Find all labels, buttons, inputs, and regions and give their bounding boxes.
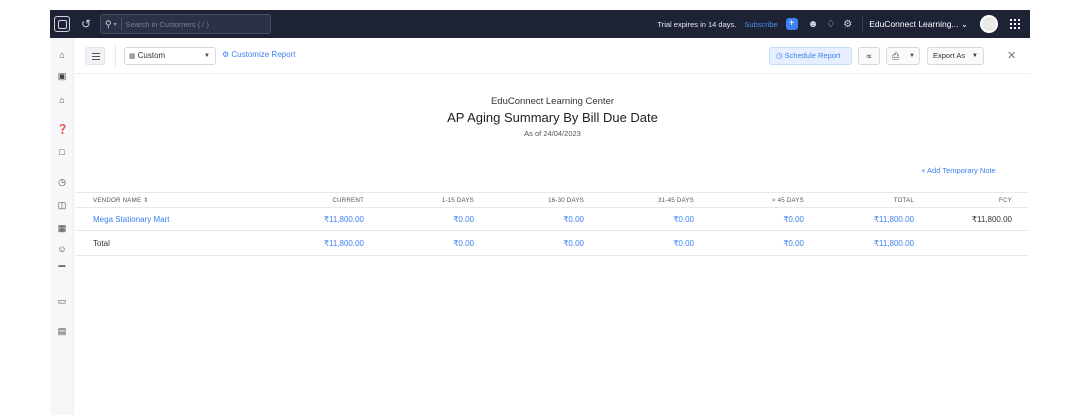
total-row: Total ₹11,800.00 ₹0.00 ₹0.00 ₹0.00 ₹0.00… xyxy=(75,230,1028,256)
vendor-link[interactable]: Mega Stationary Mart xyxy=(93,215,169,224)
bag-icon[interactable]: □ xyxy=(57,147,67,157)
refresh-icon[interactable]: ↺ xyxy=(74,17,98,31)
gear-icon: ⚙ xyxy=(222,50,230,59)
bell-icon[interactable]: ♢ xyxy=(826,19,835,30)
avatar[interactable] xyxy=(980,15,998,33)
sidebar: ⌂ ▣ ⌂ ❓ □ ◷ ◫ ▦ ☺ ▔ ▭ ▤ xyxy=(50,38,74,415)
print-button[interactable]: ⎙ ▼ xyxy=(886,47,920,65)
schedule-report-button[interactable]: ◷ Schedule Report xyxy=(769,47,852,65)
menu-button[interactable] xyxy=(85,47,105,65)
cell-16-30[interactable]: ₹0.00 xyxy=(515,215,584,224)
quick-create-button[interactable]: + xyxy=(785,18,798,30)
column-header-1-15: 1-15 DAYS xyxy=(441,197,474,204)
report-table: VENDOR NAME ⇕ CURRENT 1-15 DAYS 16-30 DA… xyxy=(75,192,1028,256)
gear-icon[interactable]: ⚙ xyxy=(843,19,852,30)
column-header-16-30: 16-30 DAYS xyxy=(548,197,584,204)
column-header-fcy: FCY xyxy=(999,197,1012,204)
total-1-15[interactable]: ₹0.00 xyxy=(405,239,474,248)
chevron-down-icon: ▼ xyxy=(909,53,915,59)
export-button[interactable]: Export As ▼ xyxy=(927,47,984,65)
search-placeholder: Search in Customers ( / ) xyxy=(125,19,209,29)
column-header-current: CURRENT xyxy=(332,197,364,204)
trial-text: Trial expires in 14 days. xyxy=(657,19,737,29)
date-range-select[interactable]: ▦ Custom ▼ xyxy=(124,47,216,65)
document-icon[interactable]: ▦ xyxy=(57,223,67,233)
app-frame: ↺ ⚲ ▾ Search in Customers ( / ) Trial ex… xyxy=(0,0,1080,415)
total-31-45[interactable]: ₹0.00 xyxy=(625,239,694,248)
org-name: EduConnect Learning Center xyxy=(490,96,615,107)
total-label: Total xyxy=(93,239,110,248)
report-toolbar: ▦ Custom ▼ ⚙ Customize Report ◷ Schedule … xyxy=(75,38,1030,74)
total-45-plus[interactable]: ₹0.00 xyxy=(735,239,804,248)
cell-45-plus[interactable]: ₹0.00 xyxy=(735,215,804,224)
search-input[interactable]: ⚲ ▾ Search in Customers ( / ) xyxy=(100,14,271,34)
column-header-31-45: 31-45 DAYS xyxy=(658,197,694,204)
report-header: EduConnect Learning Center AP Aging Summ… xyxy=(75,96,1030,138)
column-header-45-plus: > 45 DAYS xyxy=(771,197,804,204)
total-total[interactable]: ₹11,800.00 xyxy=(845,239,914,248)
share-button[interactable]: ∝ xyxy=(858,47,880,65)
top-bar: ↺ ⚲ ▾ Search in Customers ( / ) Trial ex… xyxy=(50,10,1030,38)
search-icon: ⚲ xyxy=(105,18,112,29)
users-icon[interactable]: ☻ xyxy=(808,19,819,30)
items-icon[interactable]: ▣ xyxy=(57,71,67,81)
app-grid-icon[interactable] xyxy=(1010,19,1020,29)
folder-icon[interactable]: ▭ xyxy=(57,296,67,306)
add-temporary-note-link[interactable]: + Add Temporary Note xyxy=(921,166,996,175)
clock-icon[interactable]: ◷ xyxy=(57,177,67,187)
org-switcher[interactable]: EduConnect Learning... ⌄ xyxy=(869,19,968,30)
subscribe-link[interactable]: Subscribe xyxy=(744,20,777,29)
cell-current[interactable]: ₹11,800.00 xyxy=(295,215,364,224)
table-header: VENDOR NAME ⇕ CURRENT 1-15 DAYS 16-30 DA… xyxy=(75,192,1028,208)
reports-icon[interactable]: ▔ xyxy=(57,266,67,276)
cell-31-45[interactable]: ₹0.00 xyxy=(625,215,694,224)
total-16-30[interactable]: ₹0.00 xyxy=(515,239,584,248)
page-title: AP Aging Summary By Bill Due Date xyxy=(447,110,658,125)
home-icon[interactable]: ⌂ xyxy=(57,50,67,60)
accountant-icon[interactable]: ☺ xyxy=(57,244,67,254)
apps-icon[interactable]: ▤ xyxy=(57,326,67,336)
cell-1-15[interactable]: ₹0.00 xyxy=(405,215,474,224)
chevron-down-icon[interactable]: ▾ xyxy=(114,21,117,28)
calendar-icon: ▦ xyxy=(129,53,136,60)
bank-icon[interactable]: ⌂ xyxy=(57,95,67,105)
as-of-date: As of 24/04/2023 xyxy=(524,129,581,138)
cell-total[interactable]: ₹11,800.00 xyxy=(845,215,914,224)
cart-icon[interactable]: ❓ xyxy=(57,124,68,134)
column-header-vendor[interactable]: VENDOR NAME ⇕ xyxy=(93,197,149,204)
truck-icon[interactable]: ◫ xyxy=(57,200,67,210)
app-logo-icon[interactable] xyxy=(50,10,74,38)
clock-icon: ◷ xyxy=(776,51,783,60)
printer-icon: ⎙ xyxy=(892,51,900,61)
sort-icon[interactable]: ⇕ xyxy=(143,197,148,204)
total-current[interactable]: ₹11,800.00 xyxy=(295,239,364,248)
column-header-total: TOTAL xyxy=(893,197,914,204)
table-row: Mega Stationary Mart ₹11,800.00 ₹0.00 ₹0… xyxy=(75,208,1028,230)
cell-fcy: ₹11,800.00 xyxy=(971,215,1012,224)
chevron-down-icon: ▼ xyxy=(204,53,210,59)
close-icon[interactable]: ✕ xyxy=(1007,49,1016,62)
chevron-down-icon: ▼ xyxy=(972,53,978,59)
customize-report-link[interactable]: ⚙ Customize Report xyxy=(222,50,295,59)
